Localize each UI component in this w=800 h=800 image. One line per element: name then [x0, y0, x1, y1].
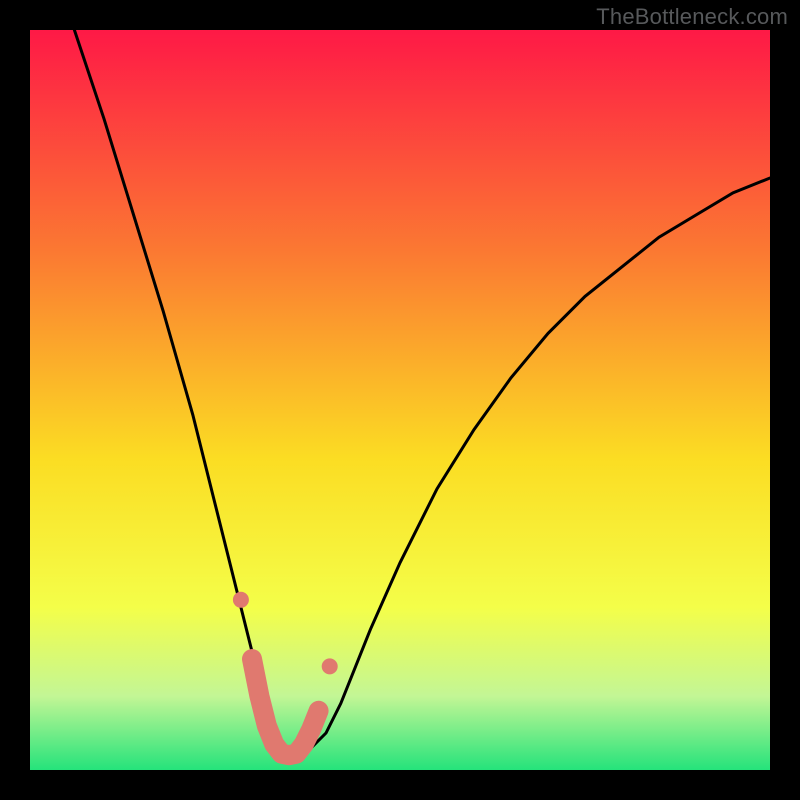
- highlight-end-dot: [233, 592, 249, 608]
- chart-container: TheBottleneck.com: [0, 0, 800, 800]
- plot-area: [30, 30, 770, 770]
- highlight-end-dot: [322, 658, 338, 674]
- bottleneck-chart: [0, 0, 800, 800]
- watermark-label: TheBottleneck.com: [596, 4, 788, 30]
